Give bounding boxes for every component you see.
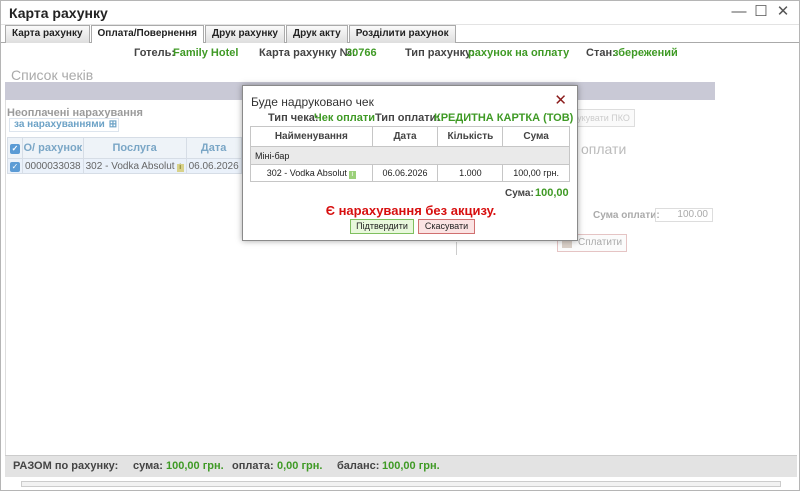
payment-type-label: Тип оплати: xyxy=(375,112,441,124)
excise-warning: Є нарахування без акцизу. xyxy=(325,203,497,218)
column-header-quantity: Кількість xyxy=(437,126,504,147)
confirm-button[interactable]: Підтвердити xyxy=(350,219,414,234)
cancel-button[interactable]: Скасувати xyxy=(418,219,475,234)
item-name: 302 - Vodka Absolut xyxy=(266,167,347,178)
dialog-title: Буде надруковано чек xyxy=(251,95,374,109)
item-sum: 100,00 грн. xyxy=(502,164,570,182)
item-quantity: 1.000 xyxy=(437,164,504,182)
column-header-date: Дата xyxy=(371,126,439,147)
group-name: Міні-бар xyxy=(250,146,570,165)
dialog-close-icon[interactable]: ✕ xyxy=(554,91,567,109)
column-header-sum: Сума xyxy=(502,126,570,147)
column-header-name: Найменування xyxy=(250,126,373,147)
check-type-value: Чек оплати xyxy=(314,112,376,124)
item-name-cell: 302 - Vodka Absolut i xyxy=(250,164,373,182)
info-icon[interactable]: i xyxy=(348,170,356,179)
modal-overlay: Буде надруковано чек ✕ Тип чека: Чек опл… xyxy=(0,0,800,491)
table-row: 302 - Vodka Absolut i 06.06.2026 1.000 10… xyxy=(250,164,570,182)
check-type-label: Тип чека: xyxy=(268,112,319,124)
check-items-table: Найменування Дата Кількість Сума Міні-ба… xyxy=(250,126,570,182)
payment-type-value: КРЕДИТНА КАРТКА (ТОВ) xyxy=(434,112,574,124)
dialog-sum-value: 100,00 xyxy=(535,187,569,199)
group-row: Міні-бар xyxy=(250,146,570,165)
print-check-dialog: Буде надруковано чек ✕ Тип чека: Чек опл… xyxy=(242,85,578,241)
item-date: 06.06.2026 xyxy=(371,164,439,182)
dialog-sum-label: Сума: xyxy=(505,188,534,199)
